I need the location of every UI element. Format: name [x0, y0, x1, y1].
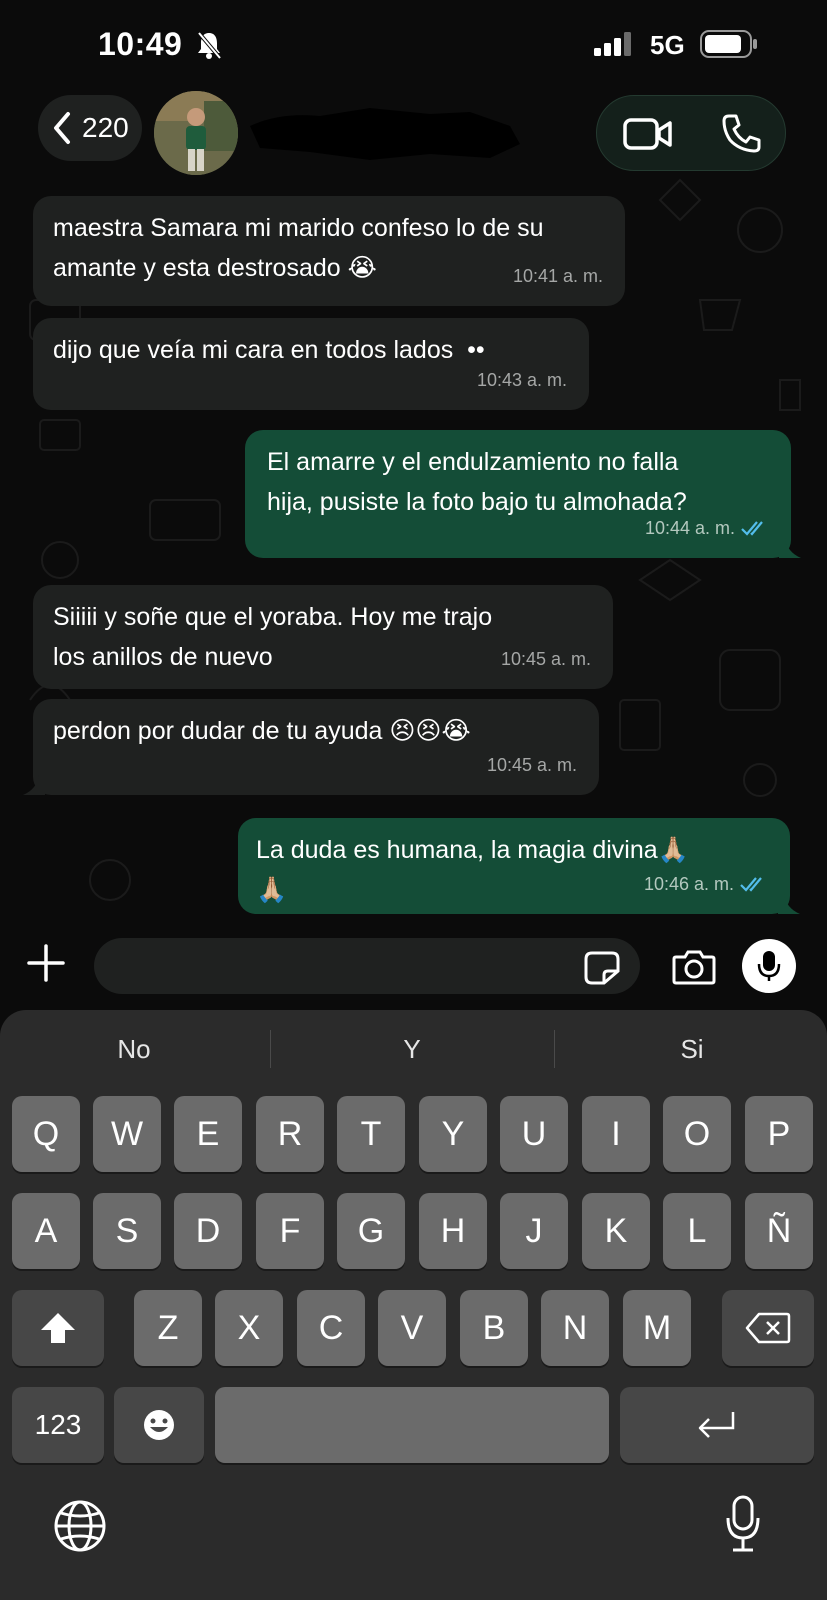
message-time: 10:43 a. m. — [476, 370, 567, 390]
numbers-key[interactable]: 123 — [12, 1387, 104, 1463]
key-t[interactable]: T — [337, 1096, 405, 1172]
input-bar — [0, 925, 827, 1010]
avatar-photo — [154, 91, 238, 175]
return-icon — [698, 1412, 735, 1438]
message-time: 10:46 a. m. — [644, 864, 768, 904]
key-z[interactable]: Z — [134, 1290, 202, 1366]
read-receipt-icon — [740, 877, 762, 892]
contact-name-redacted — [250, 108, 520, 160]
key-x[interactable]: X — [215, 1290, 283, 1366]
key-d[interactable]: D — [174, 1193, 242, 1269]
backspace-icon — [745, 1312, 791, 1344]
keyboard: No Y Si Q W E R T Y U I O P A S D F G H … — [0, 1010, 827, 1600]
return-key[interactable] — [620, 1387, 814, 1463]
emoji-key[interactable] — [114, 1387, 204, 1463]
phone-icon[interactable] — [721, 112, 763, 154]
call-buttons — [596, 95, 786, 171]
key-g[interactable]: G — [337, 1193, 405, 1269]
key-h[interactable]: H — [419, 1193, 487, 1269]
bubble-tail — [779, 538, 801, 558]
key-a[interactable]: A — [12, 1193, 80, 1269]
key-k[interactable]: K — [582, 1193, 650, 1269]
back-button[interactable]: 220 — [38, 95, 142, 161]
message-bubble-incoming[interactable]: perdon por dudar de tu ayuda 😣😣😭 10:45 a… — [23, 699, 599, 795]
message-input[interactable] — [94, 938, 640, 994]
message-time: 10:45 a. m. — [486, 755, 577, 775]
key-m[interactable]: M — [623, 1290, 691, 1366]
message-time: 10:45 a. m. — [500, 649, 591, 669]
key-v[interactable]: V — [378, 1290, 446, 1366]
message-bubble-incoming[interactable]: dijo que veía mi cara en todos lados •• … — [33, 318, 589, 410]
key-p[interactable]: P — [745, 1096, 813, 1172]
message-time: 10:41 a. m. — [512, 266, 603, 286]
suggestion-si[interactable]: Si — [632, 1034, 752, 1065]
key-l[interactable]: L — [663, 1193, 731, 1269]
key-b[interactable]: B — [460, 1290, 528, 1366]
message-time-text: 10:46 a. m. — [643, 874, 734, 894]
status-time: 10:49 — [98, 26, 183, 62]
bubble-tail — [23, 775, 45, 795]
key-c[interactable]: C — [297, 1290, 365, 1366]
chevron-left-icon — [54, 112, 70, 144]
key-y[interactable]: Y — [419, 1096, 487, 1172]
key-q[interactable]: Q — [12, 1096, 80, 1172]
key-n-tilde[interactable]: Ñ — [745, 1193, 813, 1269]
emoji-icon — [144, 1410, 174, 1440]
suggestion-no[interactable]: No — [74, 1034, 194, 1065]
key-o[interactable]: O — [663, 1096, 731, 1172]
key-j[interactable]: J — [500, 1193, 568, 1269]
sticker-icon[interactable] — [584, 951, 620, 985]
key-n[interactable]: N — [541, 1290, 609, 1366]
predictive-suggestions: No Y Si — [0, 1010, 827, 1090]
suggestion-divider — [270, 1030, 271, 1068]
battery-icon — [700, 30, 757, 58]
message-time-text: 10:44 a. m. — [644, 518, 735, 538]
unread-count: 220 — [82, 112, 129, 143]
microphone-icon — [757, 951, 781, 981]
message-time: 10:44 a. m. — [645, 508, 769, 548]
video-camera-icon[interactable] — [623, 116, 673, 152]
key-e[interactable]: E — [174, 1096, 242, 1172]
space-bar[interactable] — [215, 1387, 609, 1463]
key-r[interactable]: R — [256, 1096, 324, 1172]
camera-icon[interactable] — [672, 949, 716, 985]
key-i[interactable]: I — [582, 1096, 650, 1172]
read-receipt-icon — [741, 521, 763, 536]
backspace-key[interactable] — [722, 1290, 814, 1366]
microphone-button[interactable] — [742, 939, 796, 993]
message-bubble-outgoing[interactable]: La duda es humana, la magia divina🙏🏼 🙏🏼 … — [238, 818, 800, 914]
shift-key[interactable] — [12, 1290, 104, 1366]
chat-screen: 10:49 5G 220 maestra Samara mi marido co… — [0, 0, 827, 1600]
contact-avatar[interactable] — [154, 91, 238, 175]
suggestion-divider — [554, 1030, 555, 1068]
globe-icon[interactable] — [52, 1498, 108, 1554]
dictation-mic-icon[interactable] — [724, 1494, 762, 1554]
message-bubble-incoming[interactable]: Siiiii y soñe que el yoraba. Hoy me traj… — [33, 585, 613, 689]
status-bar: 10:49 5G — [0, 0, 827, 90]
message-bubble-outgoing[interactable]: El amarre y el endulzamiento no falla hi… — [245, 430, 801, 558]
shift-icon — [41, 1313, 75, 1343]
signal-icon — [594, 32, 631, 56]
plus-icon[interactable] — [26, 943, 66, 983]
message-bubble-incoming[interactable]: maestra Samara mi marido confeso lo de s… — [33, 196, 625, 306]
key-w[interactable]: W — [93, 1096, 161, 1172]
bubble-tail — [778, 894, 800, 914]
network-label: 5G — [650, 30, 685, 60]
key-u[interactable]: U — [500, 1096, 568, 1172]
bell-slash-icon — [197, 31, 222, 60]
key-s[interactable]: S — [93, 1193, 161, 1269]
key-f[interactable]: F — [256, 1193, 324, 1269]
suggestion-y[interactable]: Y — [352, 1034, 472, 1065]
